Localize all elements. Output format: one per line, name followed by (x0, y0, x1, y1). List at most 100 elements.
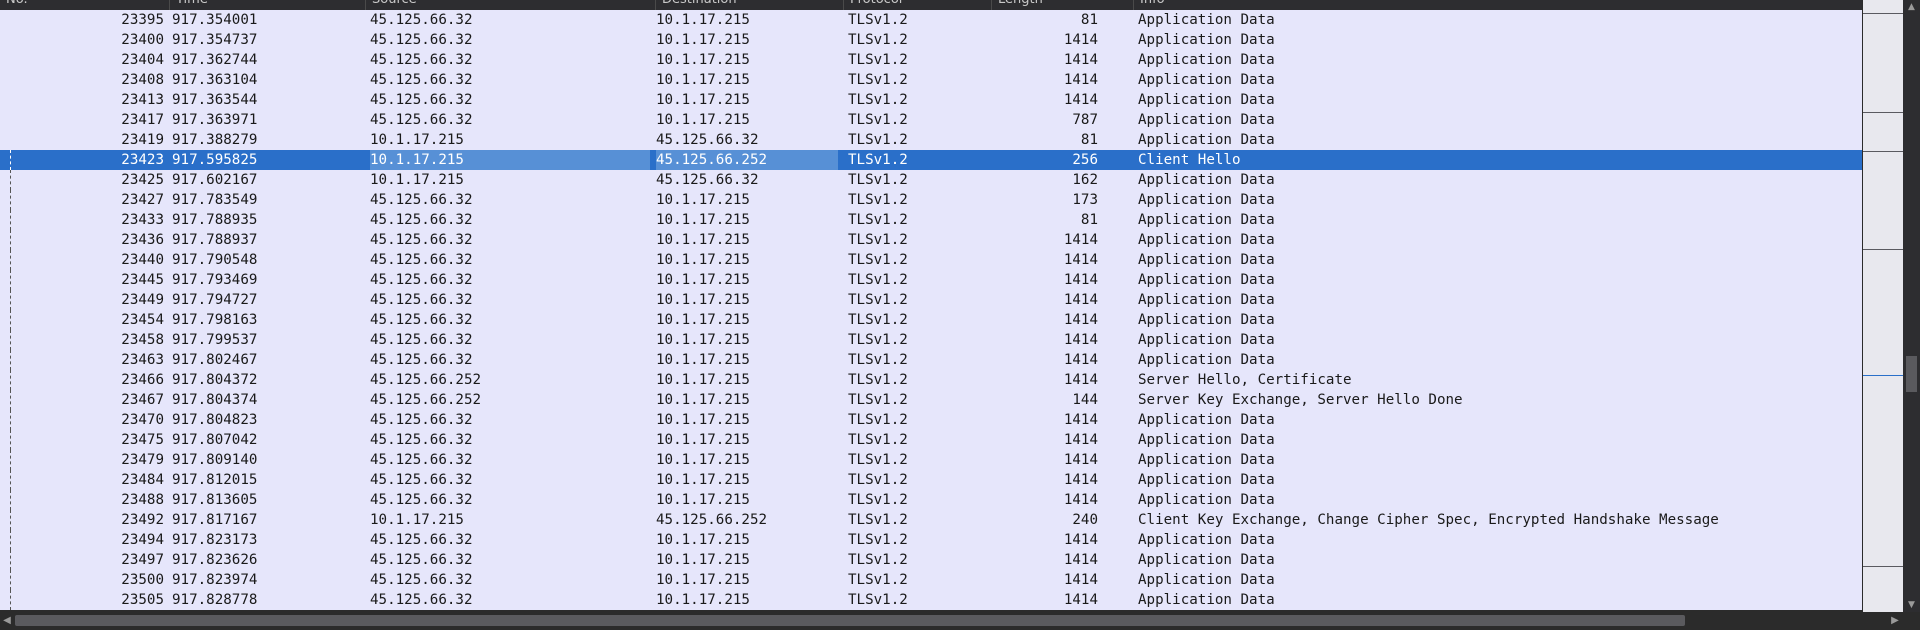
packet-length: 81 (1080, 212, 1098, 228)
table-row[interactable]: 23470 917.804823 45.125.66.32 10.1.17.215 TL… (0, 410, 1862, 430)
packet-no: 23466 (121, 372, 164, 388)
packet-info: Application Data (1138, 112, 1275, 128)
packet-length: 1414 (1063, 232, 1098, 248)
table-row[interactable]: 23404 917.362744 45.125.66.32 10.1.17.215 TL… (0, 50, 1862, 70)
packet-time: 917.804374 (172, 392, 258, 408)
packet-no: 23488 (121, 492, 164, 508)
table-row[interactable]: 23484 917.812015 45.125.66.32 10.1.17.215 TL… (0, 470, 1862, 490)
packet-no: 23427 (121, 192, 164, 208)
column-header-source[interactable]: Source (366, 0, 656, 10)
packet-length: 1414 (1063, 372, 1098, 388)
table-row[interactable]: 23427 917.783549 45.125.66.32 10.1.17.215 TL… (0, 190, 1862, 210)
table-row[interactable]: 23449 917.794727 45.125.66.32 10.1.17.215 TL… (0, 290, 1862, 310)
packet-length: 1414 (1063, 292, 1098, 308)
packet-time: 917.363971 (172, 112, 258, 128)
packet-time: 917.602167 (172, 172, 258, 188)
packet-protocol: TLSv1.2 (848, 112, 908, 128)
packet-length: 1414 (1063, 352, 1098, 368)
packet-info: Application Data (1138, 72, 1275, 88)
packet-destination: 10.1.17.215 (656, 592, 750, 608)
packet-time: 917.823626 (172, 552, 258, 568)
table-row[interactable]: 23440 917.790548 45.125.66.32 10.1.17.215 TL… (0, 250, 1862, 270)
packet-length: 1414 (1063, 552, 1098, 568)
packet-source: 45.125.66.32 (370, 192, 473, 208)
packet-time: 917.812015 (172, 472, 258, 488)
table-row[interactable]: 23466 917.804372 45.125.66.252 10.1.17.215 T… (0, 370, 1862, 390)
packet-protocol: TLSv1.2 (848, 472, 908, 488)
packet-protocol: TLSv1.2 (848, 192, 908, 208)
table-row[interactable]: 23454 917.798163 45.125.66.32 10.1.17.215 TL… (0, 310, 1862, 330)
column-header-length[interactable]: Length (992, 0, 1134, 10)
table-row[interactable]: 23488 917.813605 45.125.66.32 10.1.17.215 TL… (0, 490, 1862, 510)
packet-destination: 10.1.17.215 (656, 192, 750, 208)
table-row[interactable]: 23413 917.363544 45.125.66.32 10.1.17.215 TL… (0, 90, 1862, 110)
packet-info: Application Data (1138, 172, 1275, 188)
horizontal-scroll-thumb[interactable] (15, 615, 1685, 626)
horizontal-scrollbar[interactable]: ◀ ▶ (0, 612, 1920, 630)
table-row[interactable]: 23419 917.388279 10.1.17.215 45.125.66.32 TL… (0, 130, 1862, 150)
packet-destination: 45.125.66.252 (656, 512, 768, 528)
table-row[interactable]: 23505 917.828778 45.125.66.32 10.1.17.215 TL… (0, 590, 1862, 610)
packet-length: 1414 (1063, 252, 1098, 268)
packet-protocol: TLSv1.2 (848, 172, 908, 188)
packet-list[interactable]: 23395 917.354001 45.125.66.32 10.1.17.215 TL… (0, 10, 1862, 610)
packet-time: 917.828778 (172, 592, 258, 608)
packet-time: 917.794727 (172, 292, 258, 308)
packet-protocol: TLSv1.2 (848, 312, 908, 328)
packet-length: 1414 (1063, 72, 1098, 88)
packet-info: Server Key Exchange, Server Hello Done (1138, 392, 1463, 408)
column-header-info[interactable]: Info (1134, 0, 1862, 10)
table-row[interactable]: 23433 917.788935 45.125.66.32 10.1.17.215 TL… (0, 210, 1862, 230)
packet-source: 10.1.17.215 (370, 150, 650, 170)
vertical-scrollbar[interactable]: ▲ ▼ (1903, 0, 1920, 612)
table-row[interactable]: 23492 917.817167 10.1.17.215 45.125.66.252 T… (0, 510, 1862, 530)
packet-info: Application Data (1138, 52, 1275, 68)
packet-info: Application Data (1138, 212, 1275, 228)
column-header: No. Time Source Destination Protocol Len… (0, 0, 1862, 10)
packet-protocol: TLSv1.2 (848, 332, 908, 348)
chevron-down-icon[interactable]: ▼ (1903, 598, 1920, 612)
packet-source: 45.125.66.32 (370, 492, 473, 508)
table-row[interactable]: 23417 917.363971 45.125.66.32 10.1.17.215 TL… (0, 110, 1862, 130)
chevron-up-icon[interactable]: ▲ (1903, 0, 1920, 14)
table-row[interactable]: 23467 917.804374 45.125.66.252 10.1.17.215 T… (0, 390, 1862, 410)
column-header-no[interactable]: No. (0, 0, 170, 10)
packet-protocol: TLSv1.2 (848, 12, 908, 28)
chevron-left-icon[interactable]: ◀ (0, 612, 14, 630)
table-row[interactable]: 23475 917.807042 45.125.66.32 10.1.17.215 TL… (0, 430, 1862, 450)
table-row[interactable]: 23497 917.823626 45.125.66.32 10.1.17.215 TL… (0, 550, 1862, 570)
table-row[interactable]: 23445 917.793469 45.125.66.32 10.1.17.215 TL… (0, 270, 1862, 290)
table-row[interactable]: 23395 917.354001 45.125.66.32 10.1.17.215 TL… (0, 10, 1862, 30)
column-header-destination[interactable]: Destination (656, 0, 844, 10)
packet-destination: 10.1.17.215 (656, 412, 750, 428)
packet-time: 917.363544 (172, 92, 258, 108)
table-row[interactable]: 23400 917.354737 45.125.66.32 10.1.17.215 TL… (0, 30, 1862, 50)
packet-minimap[interactable] (1863, 0, 1903, 612)
chevron-right-icon[interactable]: ▶ (1888, 612, 1902, 630)
packet-info: Application Data (1138, 412, 1275, 428)
vertical-scroll-thumb[interactable] (1906, 356, 1917, 392)
table-row[interactable]: 23500 917.823974 45.125.66.32 10.1.17.215 TL… (0, 570, 1862, 590)
table-row[interactable]: 23458 917.799537 45.125.66.32 10.1.17.215 TL… (0, 330, 1862, 350)
packet-no: 23494 (121, 532, 164, 548)
packet-length: 81 (1080, 132, 1098, 148)
minimap-divider (1863, 151, 1903, 152)
table-row[interactable]: 23479 917.809140 45.125.66.32 10.1.17.215 TL… (0, 450, 1862, 470)
packet-info: Application Data (1138, 272, 1275, 288)
table-row[interactable]: 23425 917.602167 10.1.17.215 45.125.66.32 TL… (0, 170, 1862, 190)
packet-length: 1414 (1063, 592, 1098, 608)
packet-length: 787 (1072, 112, 1098, 128)
packet-length: 1414 (1063, 492, 1098, 508)
table-row[interactable]: 23494 917.823173 45.125.66.32 10.1.17.215 TL… (0, 530, 1862, 550)
table-row[interactable]: 23436 917.788937 45.125.66.32 10.1.17.215 TL… (0, 230, 1862, 250)
table-row[interactable]: 23463 917.802467 45.125.66.32 10.1.17.215 TL… (0, 350, 1862, 370)
packet-no: 23413 (121, 92, 164, 108)
column-header-time[interactable]: Time (170, 0, 366, 10)
table-row-selected[interactable]: 23423 917.595825 10.1.17.215 45.125.66.252 T… (0, 150, 1862, 170)
column-header-protocol[interactable]: Protocol (844, 0, 992, 10)
packet-length: 1414 (1063, 472, 1098, 488)
packet-time: 917.388279 (172, 132, 258, 148)
packet-time: 917.813605 (172, 492, 258, 508)
packet-destination: 10.1.17.215 (656, 332, 750, 348)
table-row[interactable]: 23408 917.363104 45.125.66.32 10.1.17.215 TL… (0, 70, 1862, 90)
